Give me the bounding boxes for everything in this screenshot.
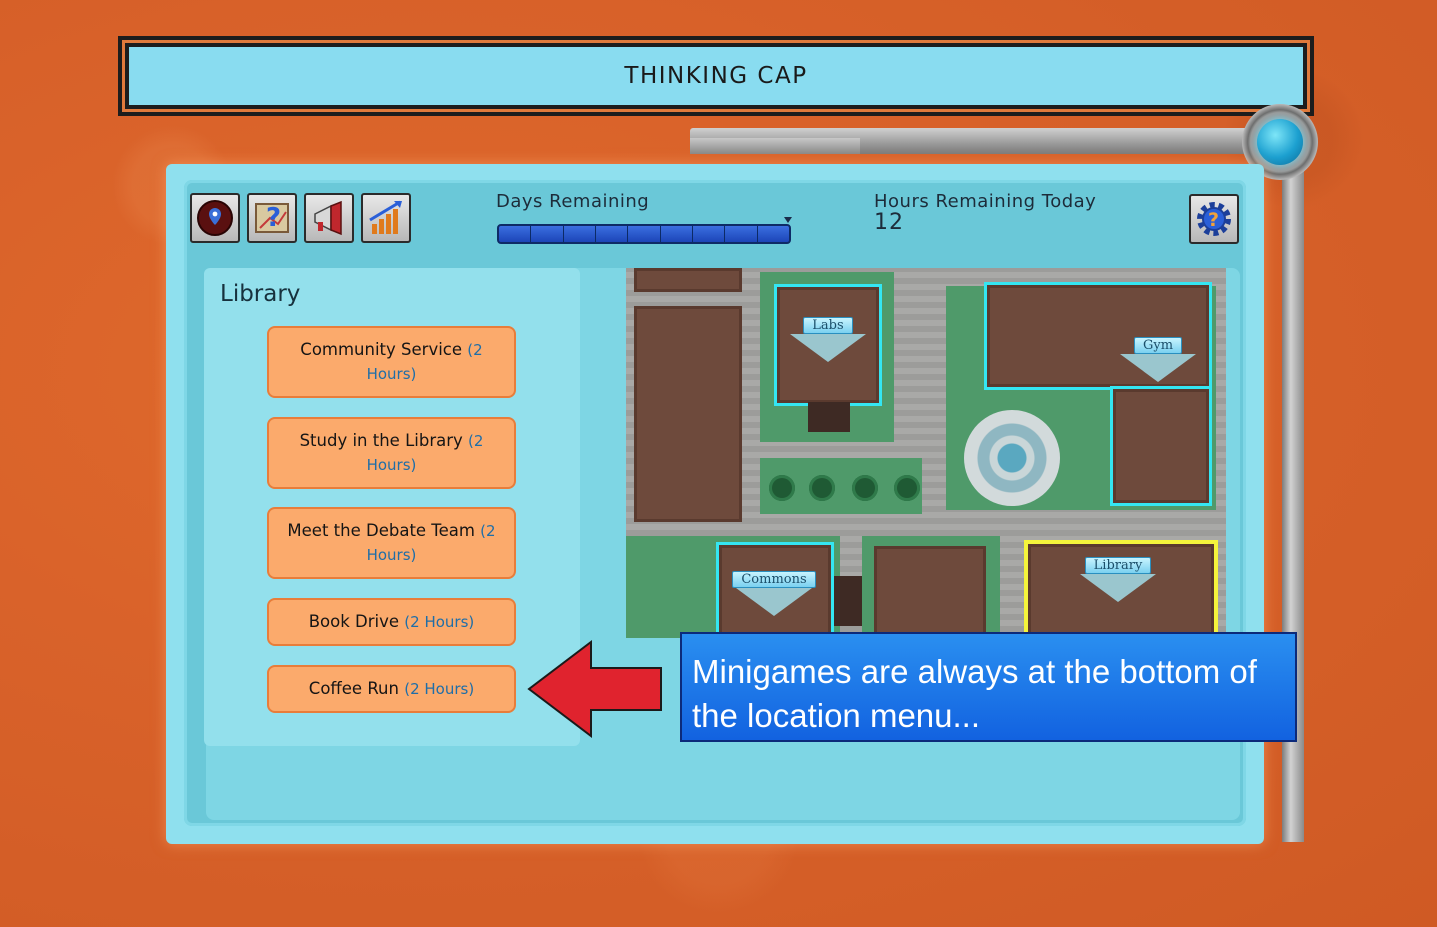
toolbar: ?: [190, 193, 411, 243]
map-tree: [894, 475, 920, 501]
days-segment: [563, 226, 596, 242]
svg-text:?: ?: [266, 203, 281, 233]
map-building: [634, 306, 742, 522]
svg-text:?: ?: [1208, 209, 1219, 231]
location-title: Library: [220, 281, 301, 307]
days-remaining-label: Days Remaining: [496, 191, 650, 212]
megaphone-icon: [314, 200, 342, 236]
days-segment: [595, 226, 629, 242]
map-pin-icon: [197, 200, 233, 236]
activity-button-community-service[interactable]: Community Service (2 Hours): [267, 326, 516, 398]
map-label-labs: Labs: [803, 317, 853, 334]
page-title: THINKING CAP: [129, 47, 1303, 105]
activity-label: Community Service (2 Hours): [300, 340, 483, 383]
tutorial-callout: Minigames are always at the bottom of th…: [680, 632, 1297, 742]
map-building: [874, 546, 986, 638]
pipe-horizontal-lower: [690, 138, 860, 154]
activity-button-book-drive[interactable]: Book Drive (2 Hours): [267, 598, 516, 646]
quest-map-icon: ?: [255, 203, 289, 233]
pin-beam-icon: [1080, 574, 1156, 602]
map-tree: [769, 475, 795, 501]
activity-button-study-in-library[interactable]: Study in the Library (2 Hours): [267, 417, 516, 489]
activity-button-debate-team[interactable]: Meet the Debate Team (2 Hours): [267, 507, 516, 579]
hours-remaining-value: 12: [874, 210, 904, 235]
days-remaining-bar: [497, 224, 791, 244]
map-building-labs-annex: [808, 402, 850, 432]
knob-light-icon: [1257, 119, 1303, 165]
title-border: THINKING CAP: [122, 40, 1310, 112]
map-pin-library[interactable]: Library: [1076, 554, 1160, 602]
map-label-gym: Gym: [1133, 337, 1183, 354]
activity-button-coffee-run[interactable]: Coffee Run (2 Hours): [267, 665, 516, 713]
days-marker-icon: [784, 217, 792, 223]
days-segment: [499, 226, 532, 242]
map-label-library: Library: [1084, 557, 1152, 574]
map-label-commons: Commons: [732, 571, 816, 588]
map-pin-commons[interactable]: Commons: [732, 568, 816, 616]
gear-help-icon: ?: [1197, 202, 1231, 236]
map-pin-gym[interactable]: Gym: [1116, 334, 1200, 382]
map-pin-labs[interactable]: Labs: [786, 314, 870, 362]
quest-map-button[interactable]: ?: [247, 193, 297, 243]
pin-beam-icon: [1120, 354, 1196, 382]
map-building-gym-wing[interactable]: [1110, 386, 1212, 506]
map-building: [634, 268, 742, 292]
activity-label: Meet the Debate Team (2 Hours): [287, 521, 496, 564]
activity-label: Book Drive (2 Hours): [308, 612, 475, 631]
map-lawn: [626, 536, 710, 638]
map-tree: [809, 475, 835, 501]
campus-map: Labs Gym Commons Library: [626, 268, 1226, 638]
days-segment: [757, 226, 789, 242]
activity-label: Study in the Library (2 Hours): [299, 431, 484, 474]
days-segment: [725, 226, 758, 242]
map-tree: [852, 475, 878, 501]
map-fountain: [964, 410, 1060, 506]
title-frame: THINKING CAP: [118, 36, 1314, 116]
hours-remaining-label: Hours Remaining Today: [874, 191, 1097, 212]
days-segment: [692, 226, 726, 242]
stats-chart-icon: [369, 200, 402, 234]
stats-button[interactable]: [361, 193, 411, 243]
days-segment: [531, 226, 564, 242]
days-segment: [660, 226, 693, 242]
activity-label: Coffee Run (2 Hours): [308, 679, 475, 698]
pin-beam-icon: [736, 588, 812, 616]
settings-help-button[interactable]: ?: [1189, 194, 1239, 244]
megaphone-button[interactable]: [304, 193, 354, 243]
map-pin-button[interactable]: [190, 193, 240, 243]
pin-beam-icon: [790, 334, 866, 362]
days-segment: [628, 226, 661, 242]
tutorial-arrow-icon: [527, 640, 662, 738]
